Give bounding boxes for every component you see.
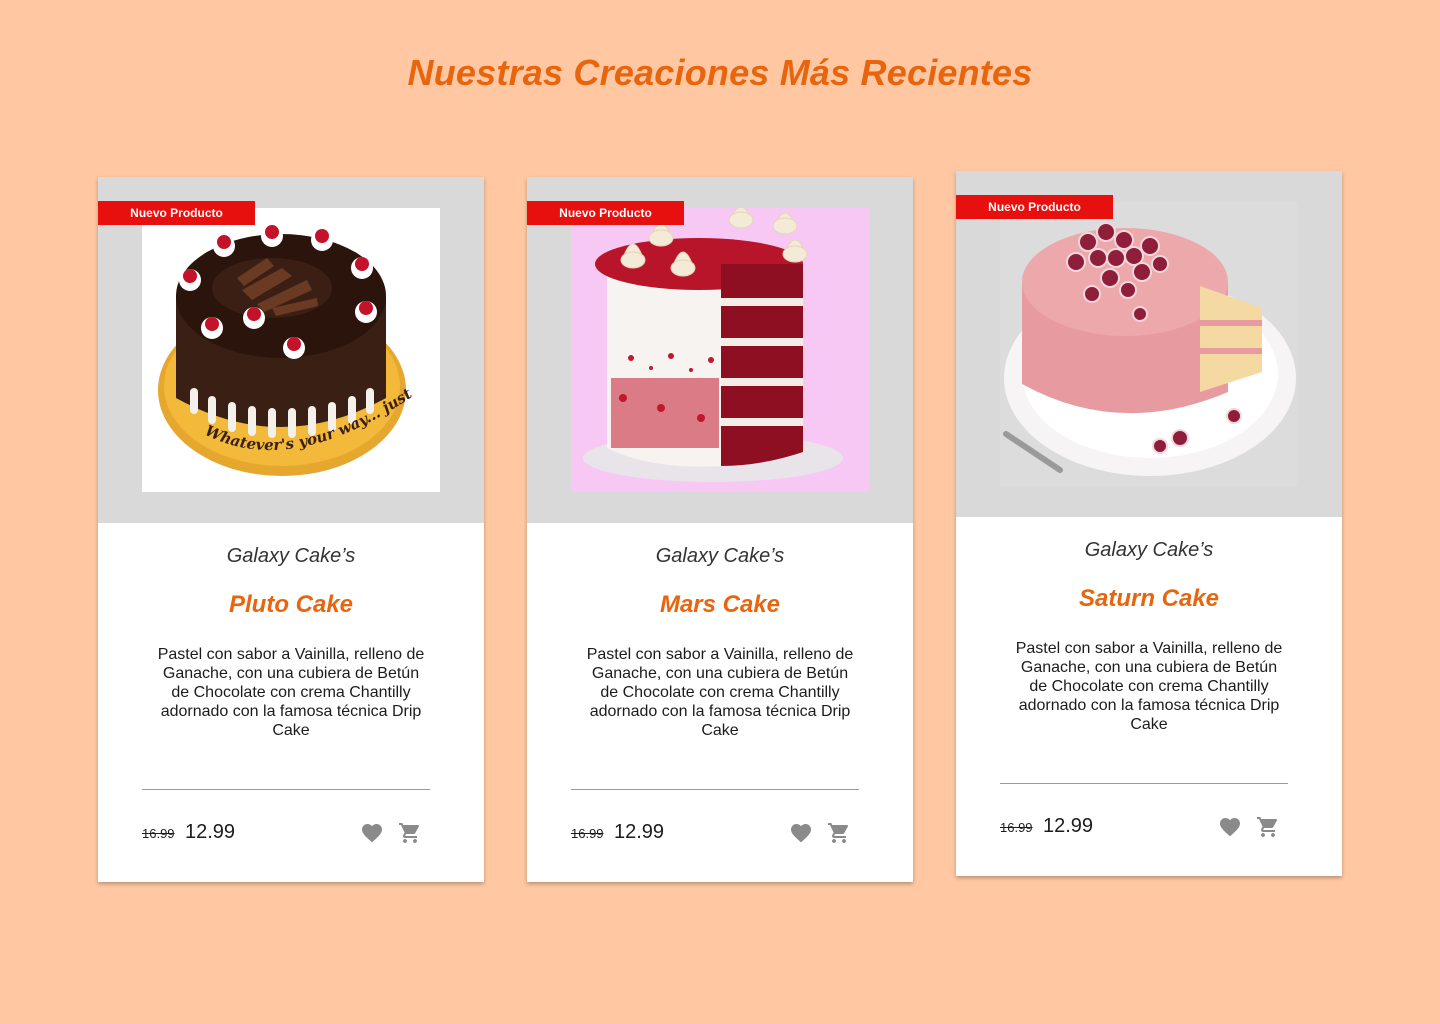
divider — [1000, 783, 1288, 784]
heart-icon[interactable] — [1218, 815, 1242, 839]
saturn-cake-illustration — [1000, 202, 1298, 486]
product-description: Pastel con sabor a Vainilla, relleno de … — [586, 646, 854, 739]
new-product-badge: Nuevo Producto — [527, 201, 684, 225]
product-name[interactable]: Saturn Cake — [956, 585, 1342, 613]
divider — [142, 789, 430, 790]
current-price: 12.99 — [1043, 815, 1094, 837]
product-card-pluto[interactable]: Whatever's your way... just celebrate! N… — [98, 177, 484, 882]
product-card-mars[interactable]: Nuevo Producto Galaxy Cake’s Mars Cake P… — [527, 177, 913, 882]
cart-icon[interactable] — [1256, 815, 1280, 839]
product-image-pluto-cake[interactable]: Whatever's your way... just celebrate! — [142, 208, 440, 492]
card-image-area: Nuevo Producto — [956, 171, 1342, 517]
card-image-area: Whatever's your way... just celebrate! N… — [98, 177, 484, 523]
current-price: 12.99 — [614, 821, 665, 843]
new-product-badge: Nuevo Producto — [956, 195, 1113, 219]
pluto-cake-illustration: Whatever's your way... just celebrate! — [142, 208, 440, 492]
new-product-badge: Nuevo Producto — [98, 201, 255, 225]
product-card-saturn[interactable]: Nuevo Producto Galaxy Cake’s Saturn Cake… — [956, 171, 1342, 876]
cart-icon[interactable] — [827, 821, 851, 845]
divider — [571, 789, 859, 790]
product-description: Pastel con sabor a Vainilla, relleno de … — [1015, 640, 1283, 733]
product-image-mars-cake[interactable] — [571, 208, 869, 492]
heart-icon[interactable] — [360, 821, 384, 845]
old-price: 16.99 — [571, 826, 604, 841]
heart-icon[interactable] — [789, 821, 813, 845]
current-price: 12.99 — [185, 821, 236, 843]
product-description: Pastel con sabor a Vainilla, relleno de … — [157, 646, 425, 739]
product-image-saturn-cake[interactable] — [1000, 202, 1298, 486]
product-name[interactable]: Mars Cake — [527, 591, 913, 619]
brand-name: Galaxy Cake’s — [226, 545, 356, 567]
cart-icon[interactable] — [398, 821, 422, 845]
brand-name: Galaxy Cake’s — [655, 545, 785, 567]
card-image-area: Nuevo Producto — [527, 177, 913, 523]
old-price: 16.99 — [142, 826, 175, 841]
brand-name: Galaxy Cake’s — [1084, 539, 1214, 561]
product-name[interactable]: Pluto Cake — [98, 591, 484, 619]
old-price: 16.99 — [1000, 820, 1033, 835]
page-title: Nuestras Creaciones Más Recientes — [407, 52, 1033, 93]
mars-cake-illustration — [571, 208, 869, 492]
